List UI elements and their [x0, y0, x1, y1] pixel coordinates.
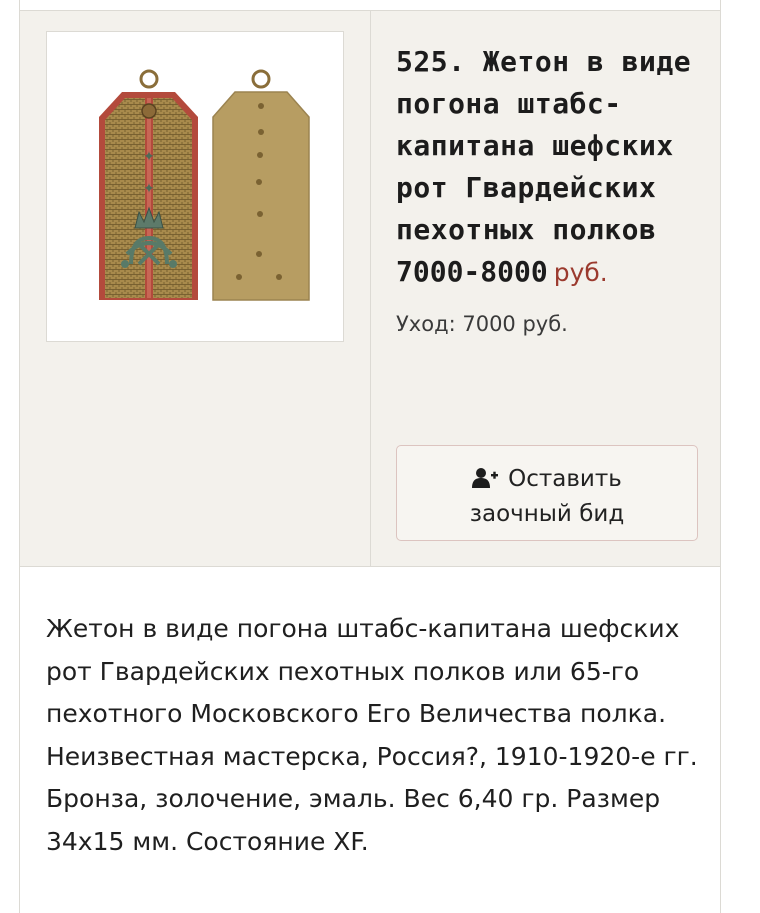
- estimate-value: 7000-8000: [396, 255, 548, 288]
- bid-button-line1: Оставить: [508, 466, 622, 492]
- lot-info: 525. Жетон в виде погона штабс-капитана …: [396, 41, 698, 541]
- sold-price: Уход: 7000 руб.: [396, 312, 568, 336]
- bid-button-line2: заочный бид: [469, 501, 625, 527]
- column-divider: [370, 11, 371, 566]
- lot-row: ✦ ✦ 525. Жетон в виде погона штабс-капит…: [20, 11, 720, 567]
- lot-description: Жетон в виде погона штабс-капитана шефск…: [46, 614, 698, 856]
- lot-title[interactable]: 525. Жетон в виде погона штабс-капитана …: [396, 41, 696, 251]
- lot-image[interactable]: ✦ ✦: [46, 31, 344, 342]
- lot-estimate: 7000-8000 руб.: [396, 251, 696, 294]
- svg-text:✦: ✦: [143, 181, 155, 197]
- epaulette-image: ✦ ✦: [99, 69, 310, 301]
- absentee-bid-button[interactable]: Оставить заочный бид: [396, 445, 698, 541]
- user-plus-icon: [472, 466, 499, 498]
- svg-text:✦: ✦: [143, 149, 155, 165]
- lot-card: ✦ ✦ 525. Жетон в виде погона штабс-капит…: [19, 0, 721, 913]
- estimate-currency: руб.: [553, 258, 608, 287]
- top-divider: [20, 0, 720, 11]
